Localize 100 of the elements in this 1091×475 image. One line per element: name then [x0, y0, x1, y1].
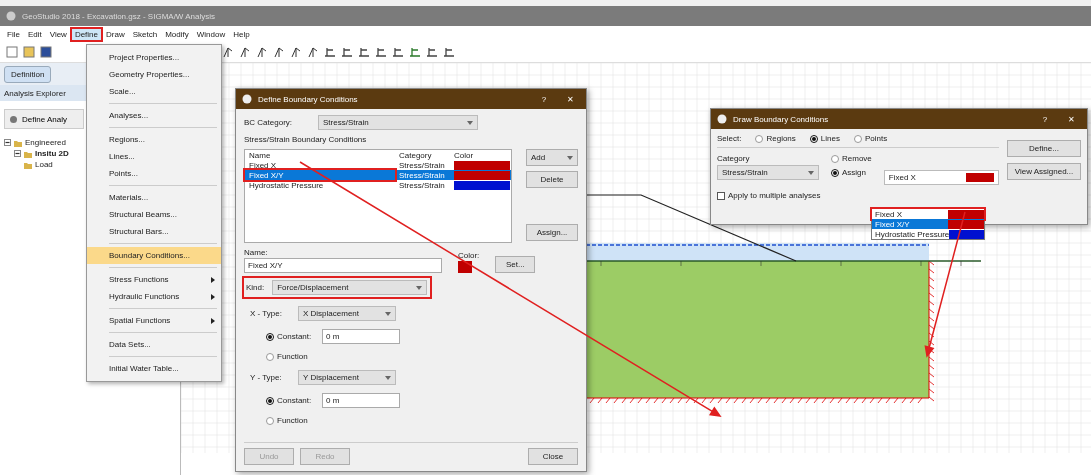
radio-button[interactable]	[809, 134, 818, 143]
type-dropdown[interactable]: X Displacement	[298, 306, 396, 321]
close-dialog-button[interactable]: Close	[528, 448, 578, 465]
tree-item[interactable]: Load	[35, 160, 53, 169]
expander-icon[interactable]	[14, 150, 21, 157]
field-label: Category	[717, 154, 751, 163]
menu-item[interactable]: Sketch	[129, 28, 161, 40]
radio-button[interactable]	[266, 352, 274, 361]
assign-button[interactable]: Assign...	[526, 224, 578, 241]
kind-dropdown[interactable]: Force/Displacement	[272, 280, 428, 295]
app-icon	[242, 94, 252, 104]
toolbar-icon[interactable]	[392, 46, 404, 58]
radio-button[interactable]	[266, 396, 274, 405]
menu-entry[interactable]: Hydraulic Functions	[87, 288, 221, 305]
dialog-title: Define Boundary Conditions	[258, 94, 359, 104]
help-button[interactable]: ?	[534, 94, 554, 104]
menu-item[interactable]: Edit	[24, 28, 45, 40]
menu-entry[interactable]: Regions...	[87, 131, 221, 148]
name-field[interactable]: Fixed X/Y	[244, 258, 442, 273]
dropdown-item[interactable]: Fixed X/Y	[872, 219, 984, 229]
tree-item[interactable]: Insitu 2D	[35, 149, 69, 158]
value-field[interactable]: 0 m	[322, 329, 400, 344]
toolbar-icon[interactable]	[307, 46, 319, 58]
menu-entry[interactable]: Analyses...	[87, 107, 221, 124]
toolbar-icon[interactable]	[256, 46, 268, 58]
toolbar-icon[interactable]	[273, 46, 285, 58]
menu-item[interactable]: Modify	[162, 28, 192, 40]
window-title: GeoStudio 2018 - Excavation.gsz - SIGMA/W Analysis	[22, 11, 215, 21]
radio-option[interactable]: Assign	[831, 168, 872, 177]
toolbar-icon[interactable]	[222, 46, 234, 58]
list-row[interactable]: Hydrostatic Pressure Stress/Strain	[245, 180, 511, 190]
menu-entry[interactable]: Structural Beams...	[87, 206, 221, 223]
menu-entry[interactable]: Spatial Functions	[87, 312, 221, 329]
toolbar-icon[interactable]	[409, 46, 421, 58]
close-button[interactable]: ✕	[560, 94, 580, 104]
radio-button[interactable]	[831, 154, 839, 163]
toolbar-icon[interactable]	[443, 46, 455, 58]
radio-option[interactable]: Remove	[831, 154, 872, 163]
toolbar-icon[interactable]	[239, 46, 251, 58]
tree-item[interactable]: Engineered	[25, 138, 66, 147]
menu-entry[interactable]: Geometry Properties...	[87, 66, 221, 83]
define-button[interactable]: Define...	[1007, 140, 1081, 157]
expander-icon[interactable]	[4, 139, 11, 146]
menu-item[interactable]: Help	[230, 28, 253, 40]
category-dropdown[interactable]: Stress/Strain	[318, 115, 478, 130]
toolbar-icon[interactable]	[375, 46, 387, 58]
checkbox[interactable]	[717, 191, 725, 200]
menu-entry[interactable]: Materials...	[87, 189, 221, 206]
radio-button[interactable]	[266, 332, 274, 341]
menu-entry[interactable]: Initial Water Table...	[87, 360, 221, 377]
toolbar-icon[interactable]	[324, 46, 336, 58]
view-assigned-button[interactable]: View Assigned...	[1007, 163, 1081, 180]
list-row[interactable]: Fixed X/Y Stress/Strain	[245, 170, 511, 180]
toolbar-icon[interactable]	[40, 46, 52, 58]
radio-option[interactable]: Regions	[755, 134, 796, 143]
radio-option[interactable]: Constant:	[266, 332, 316, 341]
view-tab[interactable]: Definition	[4, 65, 52, 83]
checkbox-option[interactable]: Apply to multiple analyses	[717, 191, 999, 200]
close-button[interactable]: ✕	[1061, 114, 1081, 124]
menu-entry[interactable]: Boundary Conditions...	[87, 247, 221, 264]
menu-entry[interactable]: Points...	[87, 165, 221, 182]
toolbar-icon[interactable]	[426, 46, 438, 58]
radio-option[interactable]: Lines	[809, 134, 840, 143]
radio-button[interactable]	[853, 134, 862, 143]
toolbar-icon[interactable]	[290, 46, 302, 58]
menu-item[interactable]: View	[46, 28, 70, 40]
caret-icon	[416, 285, 423, 290]
submenu-arrow-icon	[211, 317, 215, 324]
menu-entry[interactable]: Lines...	[87, 148, 221, 165]
menu-item[interactable]: File	[4, 28, 23, 40]
radio-option[interactable]: Points	[853, 134, 888, 143]
list-row[interactable]: Fixed X Stress/Strain	[245, 160, 511, 170]
dropdown-item[interactable]: Fixed X	[872, 209, 984, 219]
menu-entry[interactable]: Data Sets...	[87, 336, 221, 353]
dropdown-item[interactable]: Hydrostatic Pressure	[872, 229, 984, 239]
radio-option[interactable]: Constant:	[266, 396, 316, 405]
type-dropdown[interactable]: Y Displacement	[298, 370, 396, 385]
help-button[interactable]: ?	[1035, 114, 1055, 124]
column-header: Color	[453, 150, 475, 160]
menu-item[interactable]: Draw	[103, 28, 128, 40]
toolbar-icon[interactable]	[341, 46, 353, 58]
toolbar-icon[interactable]	[358, 46, 370, 58]
radio-button[interactable]	[266, 416, 274, 425]
radio-option[interactable]: Function	[266, 352, 316, 361]
condition-dropdown[interactable]: Fixed X	[883, 170, 999, 185]
radio-button[interactable]	[831, 168, 839, 177]
menu-entry[interactable]: Structural Bars...	[87, 223, 221, 240]
radio-button[interactable]	[755, 134, 764, 143]
radio-option[interactable]: Function	[266, 416, 316, 425]
add-button[interactable]: Add	[526, 149, 578, 166]
menu-item[interactable]: Window	[193, 28, 229, 40]
category-dropdown[interactable]: Stress/Strain	[717, 165, 819, 180]
list-cell: Fixed X/Y	[245, 170, 395, 180]
set-color-button[interactable]: Set...	[495, 256, 536, 273]
delete-button[interactable]: Delete	[526, 171, 578, 188]
value-field[interactable]: 0 m	[322, 393, 400, 408]
menu-entry[interactable]: Stress Functions	[87, 271, 221, 288]
define-analyses-button[interactable]: Define Analy	[4, 109, 84, 129]
menu-item[interactable]: Define	[71, 28, 101, 40]
menu-entry[interactable]: Project Properties...	[87, 49, 221, 66]
